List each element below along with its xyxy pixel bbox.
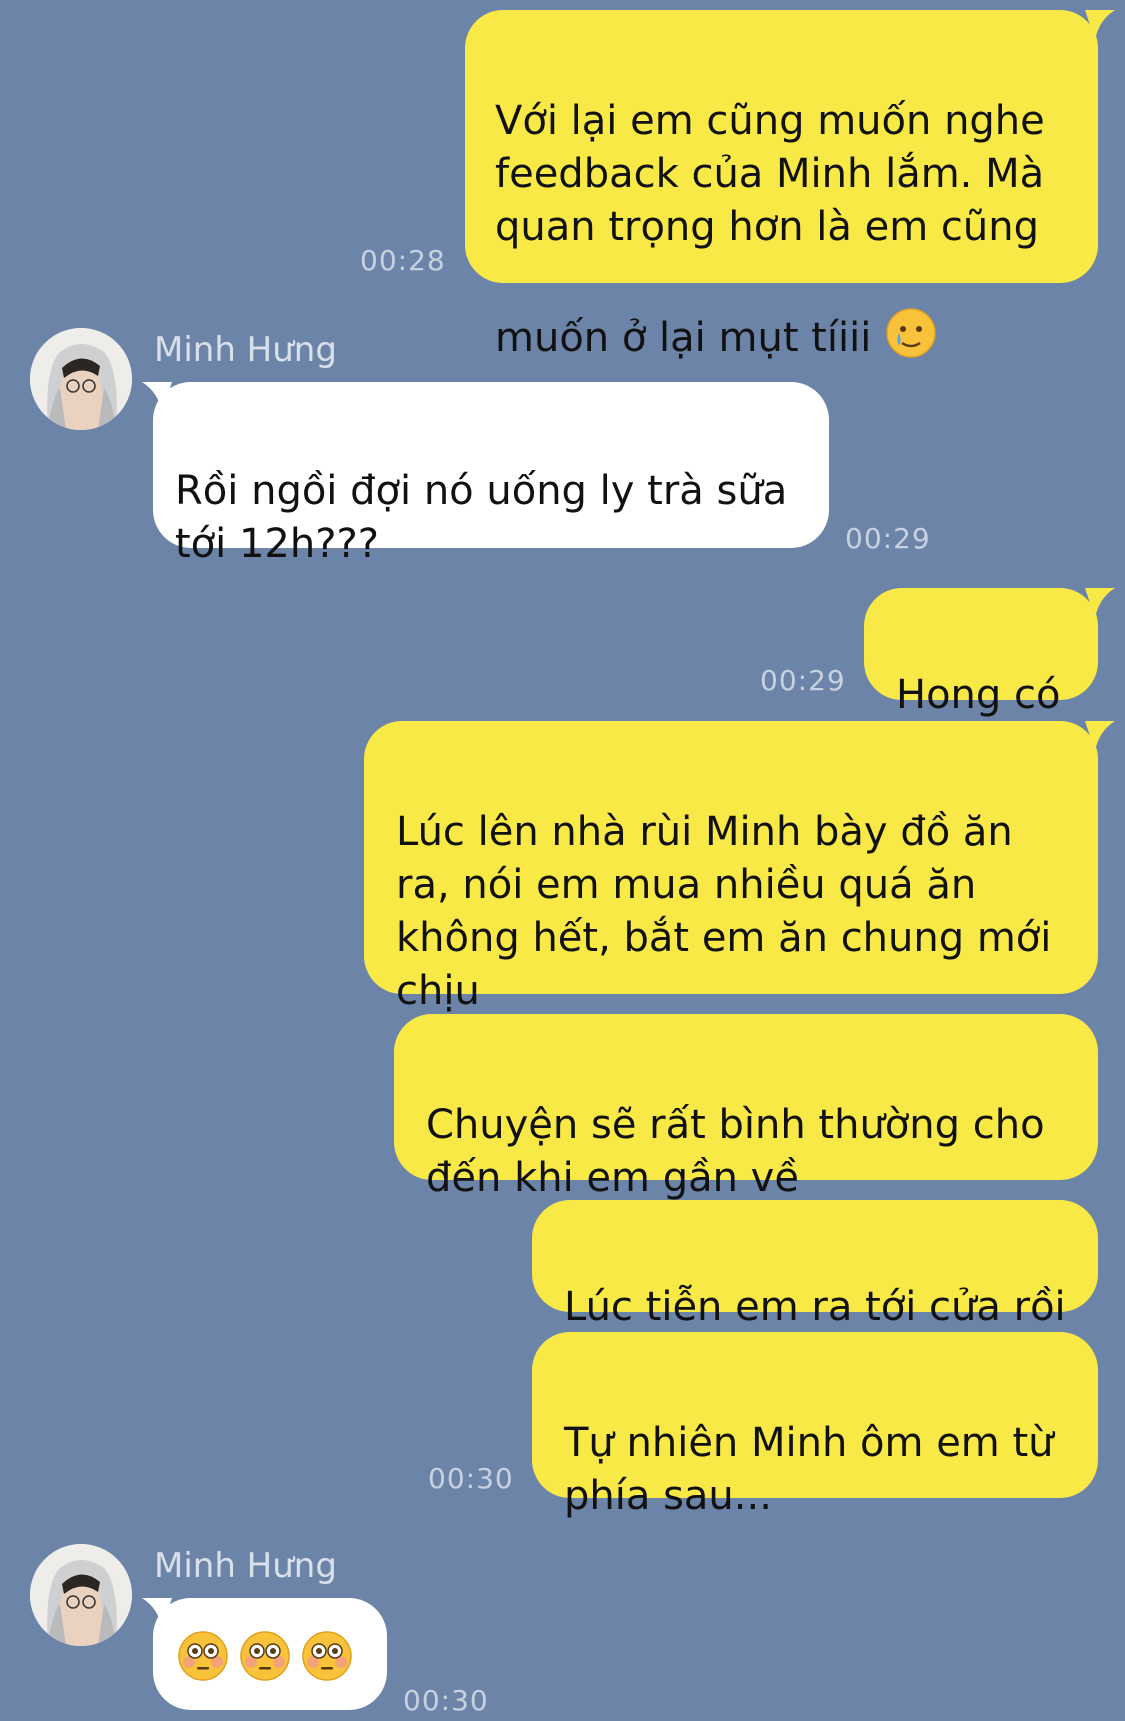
avatar[interactable] bbox=[30, 328, 132, 430]
message-timestamp: 00:30 bbox=[403, 1684, 489, 1717]
bubble-tail bbox=[142, 1598, 172, 1628]
avatar[interactable] bbox=[30, 1544, 132, 1646]
message-bubble-outgoing[interactable]: Tự nhiên Minh ôm em từ phía sau... bbox=[532, 1332, 1098, 1519]
message-text: Hong có bbox=[896, 672, 1061, 718]
message-text: Chuyện sẽ rất bình thường cho đến khi em… bbox=[426, 1102, 1045, 1201]
bubble-tail bbox=[1085, 588, 1115, 618]
message-text: Lúc tiễn em ra tới cửa rồi bbox=[564, 1284, 1066, 1330]
flushed-face-emoji bbox=[301, 1630, 353, 1682]
message-bubble-outgoing[interactable]: Chuyện sẽ rất bình thường cho đến khi em… bbox=[394, 1014, 1098, 1201]
bubble-tail bbox=[1085, 721, 1115, 751]
message-bubble-incoming[interactable] bbox=[153, 1598, 387, 1710]
message-bubble-outgoing[interactable]: Hong có bbox=[864, 588, 1098, 718]
avatar-image bbox=[30, 1544, 132, 1646]
bubble-tail bbox=[142, 382, 172, 412]
crying-smile-emoji bbox=[885, 254, 937, 373]
message-text: Rồi ngồi đợi nó uống ly trà sữa tới 12h?… bbox=[175, 468, 788, 567]
message-bubble-outgoing[interactable]: Lúc lên nhà rùi Minh bày đồ ăn ra, nói e… bbox=[364, 721, 1098, 1014]
message-timestamp: 00:30 bbox=[428, 1462, 514, 1495]
message-timestamp: 00:28 bbox=[360, 244, 446, 277]
sender-name: Minh Hưng bbox=[154, 330, 337, 370]
message-text: Tự nhiên Minh ôm em từ phía sau... bbox=[564, 1420, 1054, 1519]
message-timestamp: 00:29 bbox=[845, 522, 931, 555]
avatar-image bbox=[30, 328, 132, 430]
flushed-face-emoji bbox=[239, 1630, 291, 1682]
message-timestamp: 00:29 bbox=[760, 664, 846, 697]
message-text: Với lại em cũng muốn nghe feedback của M… bbox=[495, 98, 1045, 361]
sender-name: Minh Hưng bbox=[154, 1546, 337, 1586]
message-bubble-outgoing[interactable]: Lúc tiễn em ra tới cửa rồi bbox=[532, 1200, 1098, 1330]
message-bubble-incoming[interactable]: Rồi ngồi đợi nó uống ly trà sữa tới 12h?… bbox=[153, 382, 829, 567]
message-text: Lúc lên nhà rùi Minh bày đồ ăn ra, nói e… bbox=[396, 809, 1052, 1014]
flushed-face-emoji bbox=[177, 1630, 229, 1682]
message-bubble-outgoing[interactable]: Với lại em cũng muốn nghe feedback của M… bbox=[465, 10, 1098, 361]
bubble-tail bbox=[1085, 10, 1115, 40]
